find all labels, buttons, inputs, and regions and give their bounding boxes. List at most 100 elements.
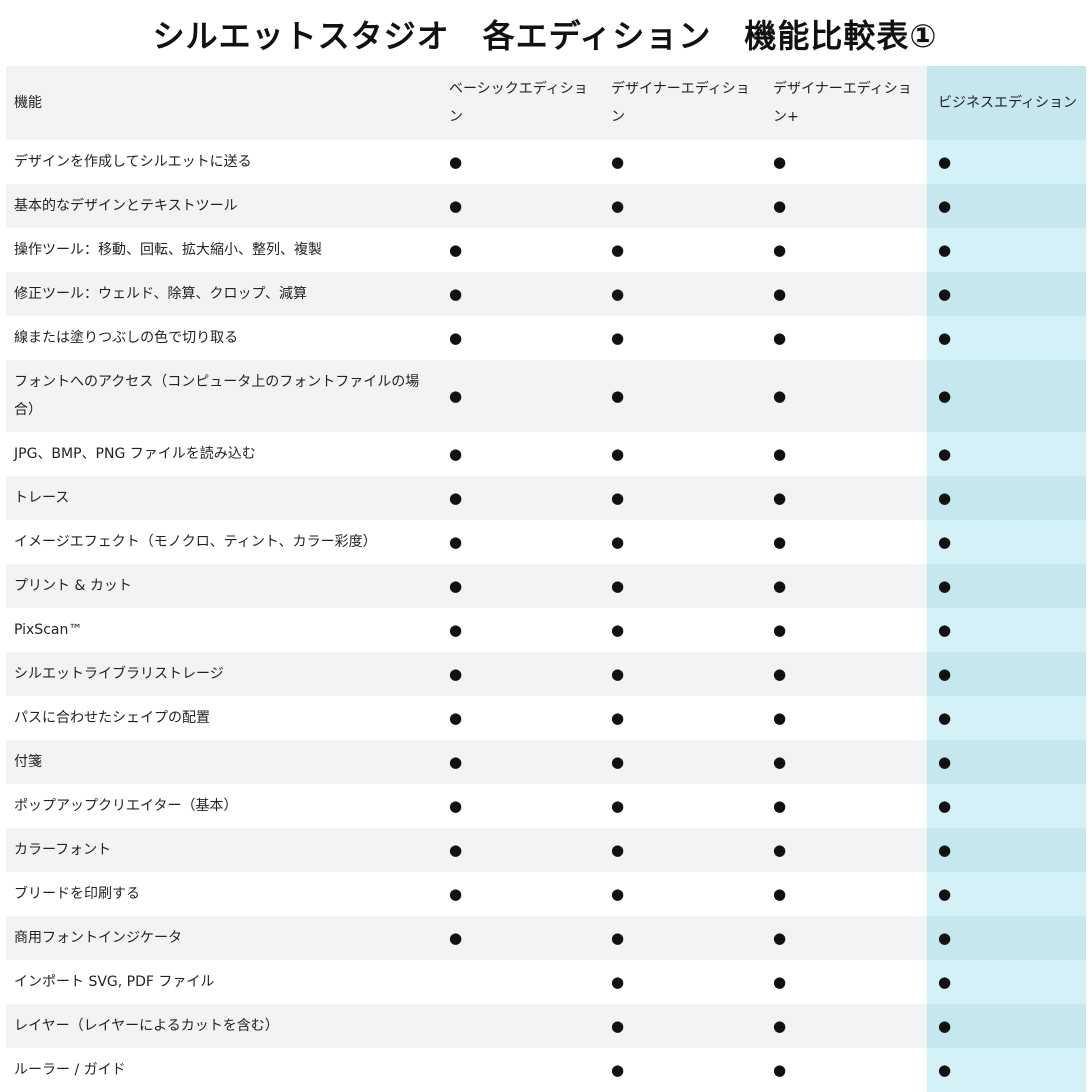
edition-cell: ● <box>765 828 927 872</box>
edition-cell: ● <box>927 476 1086 520</box>
table-row: イメージエフェクト（モノクロ、ティント、カラー彩度） ● ● ● ● <box>6 520 1086 564</box>
feature-label: PixScan™ <box>14 622 83 638</box>
included-mark: ● <box>611 328 625 347</box>
header-business-edition: ビジネスエディション <box>927 66 1086 140</box>
included-mark: ● <box>773 152 787 171</box>
included-mark: ● <box>773 884 787 903</box>
edition-cell <box>441 960 603 1004</box>
included-mark: ● <box>611 972 625 991</box>
included-mark: ● <box>938 196 952 215</box>
included-mark: ● <box>938 972 952 991</box>
edition-cell: ● <box>603 828 765 872</box>
feature-cell: 操作ツール：移動、回転、拡大縮小、整列、複製 <box>6 228 441 272</box>
included-mark: ● <box>938 796 952 815</box>
feature-label: JPG、BMP、PNG ファイルを読み込む <box>14 446 256 462</box>
table-row: デザインを作成してシルエットに送る ● ● ● ● <box>6 140 1086 184</box>
included-mark: ● <box>611 664 625 683</box>
edition-cell: ● <box>927 608 1086 652</box>
feature-cell: フォントへのアクセス（コンピュータ上のフォントファイルの場合） <box>6 360 441 432</box>
included-mark: ● <box>938 152 952 171</box>
edition-cell: ● <box>441 228 603 272</box>
included-mark: ● <box>611 708 625 727</box>
included-mark: ● <box>773 796 787 815</box>
edition-cell: ● <box>603 316 765 360</box>
feature-cell: レイヤー（レイヤーによるカットを含む） <box>6 1004 441 1048</box>
edition-cell: ● <box>927 360 1086 432</box>
feature-cell: デザインを作成してシルエットに送る <box>6 140 441 184</box>
included-mark: ● <box>449 152 463 171</box>
edition-cell: ● <box>441 828 603 872</box>
included-mark: ● <box>611 386 625 405</box>
edition-cell: ● <box>765 316 927 360</box>
edition-cell: ● <box>603 960 765 1004</box>
included-mark: ● <box>938 928 952 947</box>
included-mark: ● <box>773 752 787 771</box>
included-mark: ● <box>449 532 463 551</box>
included-mark: ● <box>611 752 625 771</box>
feature-cell: パスに合わせたシェイプの配置 <box>6 696 441 740</box>
included-mark: ● <box>611 620 625 639</box>
feature-cell: ブリードを印刷する <box>6 872 441 916</box>
edition-cell: ● <box>603 652 765 696</box>
header-designer-edition: デザイナーエディション <box>603 66 765 140</box>
included-mark: ● <box>773 576 787 595</box>
included-mark: ● <box>611 840 625 859</box>
table-row: ポップアップクリエイター（基本） ● ● ● ● <box>6 784 1086 828</box>
included-mark: ● <box>773 532 787 551</box>
header-designer-plus-edition-label: デザイナーエディション+ <box>773 81 912 125</box>
feature-label: ポップアップクリエイター（基本） <box>14 798 238 814</box>
feature-cell: 修正ツール：ウェルド、除算、クロップ、減算 <box>6 272 441 316</box>
edition-cell: ● <box>603 872 765 916</box>
edition-cell: ● <box>765 360 927 432</box>
header-basic-edition-label: ベーシックエディション <box>449 81 588 125</box>
feature-label: ルーラー / ガイド <box>14 1062 126 1078</box>
included-mark: ● <box>773 328 787 347</box>
included-mark: ● <box>611 152 625 171</box>
edition-cell: ● <box>765 184 927 228</box>
feature-label: 商用フォントインジケータ <box>14 930 182 946</box>
header-designer-edition-label: デザイナーエディション <box>611 81 750 125</box>
edition-cell: ● <box>603 740 765 784</box>
edition-cell: ● <box>765 432 927 476</box>
feature-label: 基本的なデザインとテキストツール <box>14 198 238 214</box>
table-row: ルーラー / ガイド ● ● ● <box>6 1048 1086 1092</box>
included-mark: ● <box>938 386 952 405</box>
edition-cell: ● <box>765 564 927 608</box>
included-mark: ● <box>938 1060 952 1079</box>
edition-cell: ● <box>927 916 1086 960</box>
edition-cell: ● <box>441 916 603 960</box>
included-mark: ● <box>938 576 952 595</box>
feature-cell: JPG、BMP、PNG ファイルを読み込む <box>6 432 441 476</box>
included-mark: ● <box>449 386 463 405</box>
included-mark: ● <box>611 240 625 259</box>
included-mark: ● <box>611 928 625 947</box>
included-mark: ● <box>938 328 952 347</box>
edition-cell: ● <box>603 228 765 272</box>
edition-cell: ● <box>603 432 765 476</box>
edition-cell: ● <box>441 740 603 784</box>
edition-cell: ● <box>603 520 765 564</box>
edition-cell: ● <box>765 1048 927 1092</box>
included-mark: ● <box>773 386 787 405</box>
feature-label: デザインを作成してシルエットに送る <box>14 154 252 170</box>
included-mark: ● <box>449 620 463 639</box>
edition-cell: ● <box>603 272 765 316</box>
edition-cell: ● <box>927 1004 1086 1048</box>
included-mark: ● <box>449 840 463 859</box>
edition-cell: ● <box>927 696 1086 740</box>
included-mark: ● <box>773 284 787 303</box>
edition-cell: ● <box>765 916 927 960</box>
edition-cell: ● <box>927 872 1086 916</box>
included-mark: ● <box>449 796 463 815</box>
feature-label: イメージエフェクト（モノクロ、ティント、カラー彩度） <box>14 534 377 550</box>
included-mark: ● <box>938 240 952 259</box>
included-mark: ● <box>938 620 952 639</box>
table-row: ブリードを印刷する ● ● ● ● <box>6 872 1086 916</box>
edition-cell: ● <box>765 140 927 184</box>
edition-cell: ● <box>765 608 927 652</box>
edition-cell: ● <box>927 184 1086 228</box>
included-mark: ● <box>449 284 463 303</box>
edition-cell: ● <box>441 272 603 316</box>
edition-cell: ● <box>927 272 1086 316</box>
feature-label: インポート SVG, PDF ファイル <box>14 974 215 990</box>
